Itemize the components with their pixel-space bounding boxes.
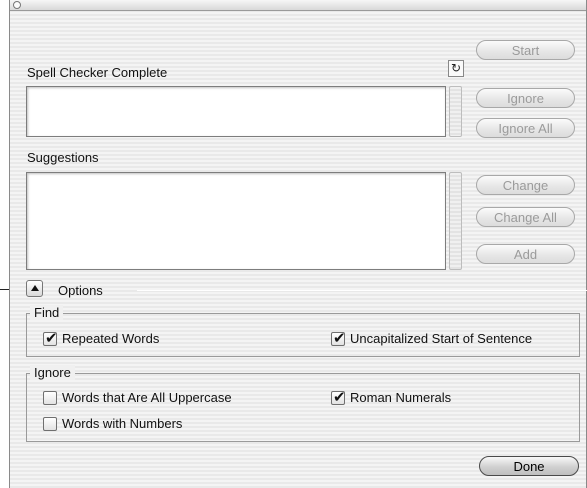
repeated-words-label: Repeated Words xyxy=(62,331,160,346)
misspelled-scrollbar[interactable] xyxy=(449,86,462,137)
ignore-group xyxy=(26,373,580,442)
ignore-button[interactable]: Ignore xyxy=(476,88,575,108)
misspelled-text-area[interactable] xyxy=(26,86,446,137)
uncapitalized-option[interactable]: Uncapitalized Start of Sentence xyxy=(331,329,533,347)
suggestions-list[interactable] xyxy=(26,172,446,270)
options-divider xyxy=(137,290,587,291)
change-button[interactable]: Change xyxy=(476,175,575,195)
start-button[interactable]: Start xyxy=(476,40,575,60)
roman-numerals-label: Roman Numerals xyxy=(350,390,452,405)
roman-numerals-option[interactable]: Roman Numerals xyxy=(331,388,452,406)
title-bar[interactable] xyxy=(10,0,586,11)
status-label: Spell Checker Complete xyxy=(27,65,168,80)
with-numbers-checkbox[interactable] xyxy=(43,416,57,431)
with-numbers-label: Words with Numbers xyxy=(62,416,183,431)
all-uppercase-option[interactable]: Words that Are All Uppercase xyxy=(43,390,232,405)
change-all-button[interactable]: Change All xyxy=(476,207,575,227)
all-uppercase-label: Words that Are All Uppercase xyxy=(62,390,232,405)
add-button[interactable]: Add xyxy=(476,244,575,264)
options-label: Options xyxy=(58,283,103,298)
roman-numerals-checkbox[interactable] xyxy=(331,388,346,406)
spell-checker-window: Start Spell Checker Complete ↻ Ignore Ig… xyxy=(9,0,587,488)
repeated-words-option[interactable]: Repeated Words xyxy=(43,329,160,347)
options-disclosure-icon[interactable] xyxy=(26,280,43,297)
with-numbers-option[interactable]: Words with Numbers xyxy=(43,416,182,431)
find-group-title: Find xyxy=(30,305,64,320)
repeated-words-checkbox[interactable] xyxy=(43,329,58,347)
suggestions-scrollbar[interactable] xyxy=(449,172,462,270)
suggestions-label: Suggestions xyxy=(27,150,99,165)
all-uppercase-checkbox[interactable] xyxy=(43,390,57,405)
refresh-icon[interactable]: ↻ xyxy=(448,60,464,77)
window-control-icon[interactable] xyxy=(13,1,21,9)
uncapitalized-checkbox[interactable] xyxy=(331,329,346,347)
ignore-all-button[interactable]: Ignore All xyxy=(476,118,575,138)
ignore-group-title: Ignore xyxy=(30,365,75,380)
done-button[interactable]: Done xyxy=(479,456,579,476)
uncapitalized-label: Uncapitalized Start of Sentence xyxy=(350,331,533,346)
